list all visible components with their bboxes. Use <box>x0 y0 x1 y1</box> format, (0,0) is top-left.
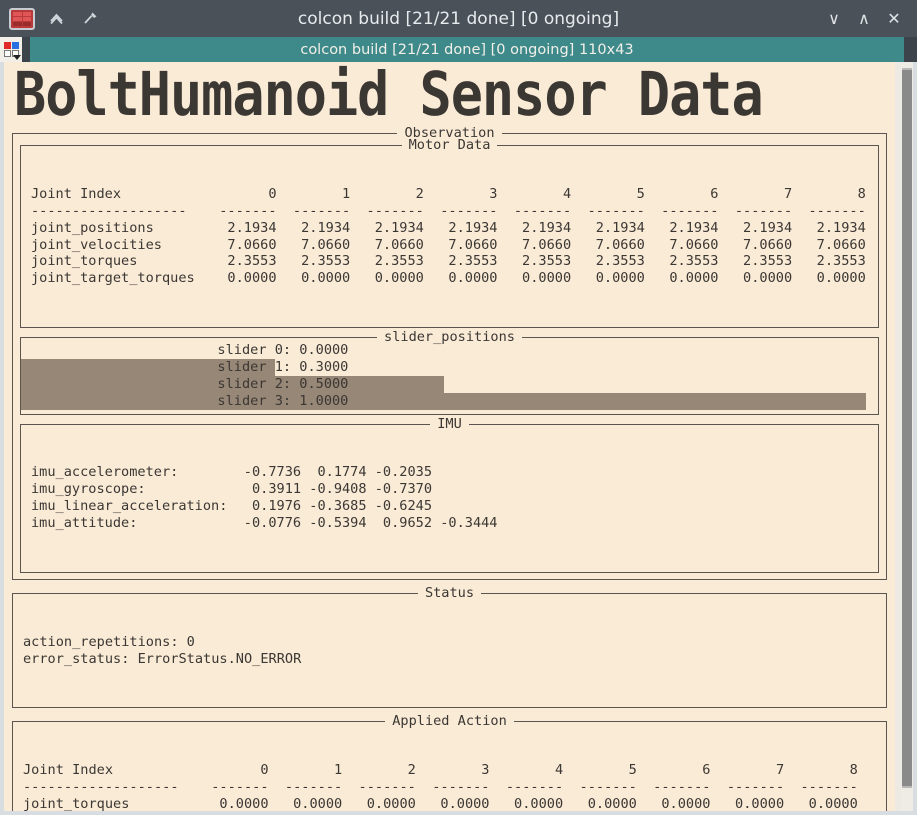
tab-bar: colcon build [21/21 done] [0 ongoing] 11… <box>0 37 917 62</box>
terminal-scrollbar[interactable] <box>901 62 913 815</box>
maximize-button[interactable]: ∧ <box>849 4 879 34</box>
chevron-down-icon[interactable] <box>12 55 21 60</box>
slider-row[interactable]: slider 3: 1.0000 <box>21 392 878 410</box>
tab-colcon-build[interactable]: colcon build [21/21 done] [0 ongoing] 11… <box>30 37 904 62</box>
ascii-banner: BoltHumanoid Sensor Data <box>4 62 895 128</box>
applied-action-panel: Applied Action Joint Index 0 1 2 3 4 5 6… <box>12 713 887 811</box>
window-titlebar: colcon build [21/21 done] [0 ongoing] ∨ … <box>0 0 917 37</box>
applied-action-table: Joint Index 0 1 2 3 4 5 6 7 8 ----------… <box>23 762 858 811</box>
slider-label: slider 0: 0.0000 <box>21 342 349 359</box>
chevron-up-icon[interactable] <box>43 6 69 32</box>
slider-list: slider 0: 0.0000 slider 1: 0.3000 slider… <box>21 338 878 414</box>
imu-body: imu_accelerometer: -0.7736 0.1774 -0.203… <box>21 425 878 572</box>
status-text: action_repetitions: 0 error_status: Erro… <box>23 633 302 667</box>
slider-row[interactable]: slider 1: 0.3000 <box>21 358 878 376</box>
motor-data-table: Joint Index 0 1 2 3 4 5 6 7 8 ----------… <box>31 185 866 287</box>
minimize-button[interactable]: ∨ <box>819 4 849 34</box>
slider-positions-panel: slider_positions slider 0: 0.0000 slider… <box>20 329 879 415</box>
slider-row[interactable]: slider 2: 0.5000 <box>21 375 878 393</box>
ascii-banner-text: BoltHumanoid Sensor Data <box>14 62 764 130</box>
window-edge-right <box>913 62 917 815</box>
slider-label: slider 1: 0.3000 <box>21 358 349 375</box>
slider-row[interactable]: slider 0: 0.0000 <box>21 342 878 359</box>
imu-table: imu_accelerometer: -0.7736 0.1774 -0.203… <box>31 464 498 532</box>
status-panel: Status action_repetitions: 0 error_statu… <box>12 584 887 709</box>
tab-grid-icon[interactable] <box>0 37 22 62</box>
window-title: colcon build [21/21 done] [0 ongoing] <box>297 8 620 29</box>
observation-panel: Observation Motor Data Joint Index 0 1 2… <box>12 125 887 580</box>
window-edge-bottom <box>0 811 917 815</box>
close-button[interactable]: ✕ <box>879 4 909 34</box>
motor-data-panel: Motor Data Joint Index 0 1 2 3 4 5 6 7 8… <box>20 137 879 329</box>
slider-label: slider 3: 1.0000 <box>21 392 349 409</box>
window-controls: ∨ ∧ ✕ <box>819 4 917 34</box>
slider-label: slider 2: 0.5000 <box>21 375 349 392</box>
imu-panel: IMU imu_accelerometer: -0.7736 0.1774 -0… <box>20 415 879 573</box>
scrollbar-thumb[interactable] <box>902 68 912 788</box>
terminal-icon <box>9 7 35 30</box>
terminal-content: BoltHumanoid Sensor Data Observation Mot… <box>4 62 895 811</box>
applied-action-body: Joint Index 0 1 2 3 4 5 6 7 8 ----------… <box>13 722 886 811</box>
pin-icon[interactable] <box>77 6 103 32</box>
tab-label: colcon build [21/21 done] [0 ongoing] 11… <box>300 41 634 58</box>
status-body: action_repetitions: 0 error_status: Erro… <box>13 594 886 707</box>
motor-data-body: Joint Index 0 1 2 3 4 5 6 7 8 ----------… <box>21 146 878 327</box>
terminal-window: BoltHumanoid Sensor Data Observation Mot… <box>0 62 917 815</box>
